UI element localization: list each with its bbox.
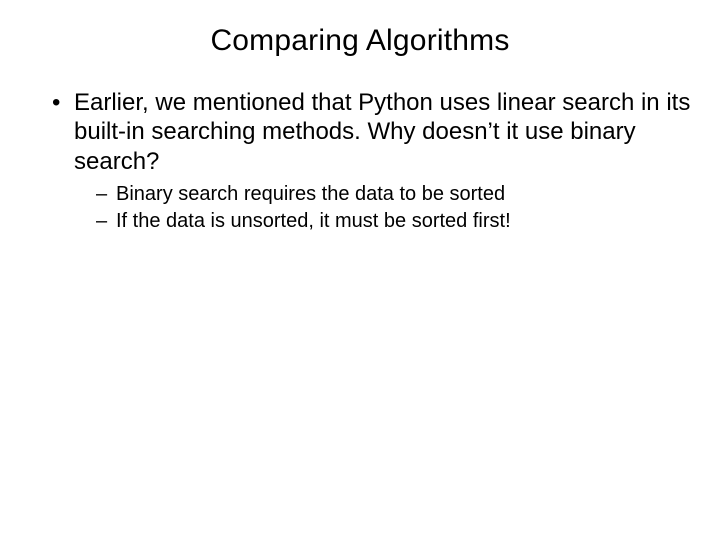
list-item: Earlier, we mentioned that Python uses l… (52, 88, 692, 235)
bullet-list-level1: Earlier, we mentioned that Python uses l… (28, 88, 692, 235)
slide-title: Comparing Algorithms (28, 24, 692, 58)
bullet-list-level2: Binary search requires the data to be so… (74, 182, 692, 235)
subbullet-text: Binary search requires the data to be so… (116, 183, 505, 205)
subbullet-text: If the data is unsorted, it must be sort… (116, 210, 511, 232)
bullet-text: Earlier, we mentioned that Python uses l… (74, 89, 690, 175)
list-item: If the data is unsorted, it must be sort… (96, 209, 692, 235)
list-item: Binary search requires the data to be so… (96, 182, 692, 208)
